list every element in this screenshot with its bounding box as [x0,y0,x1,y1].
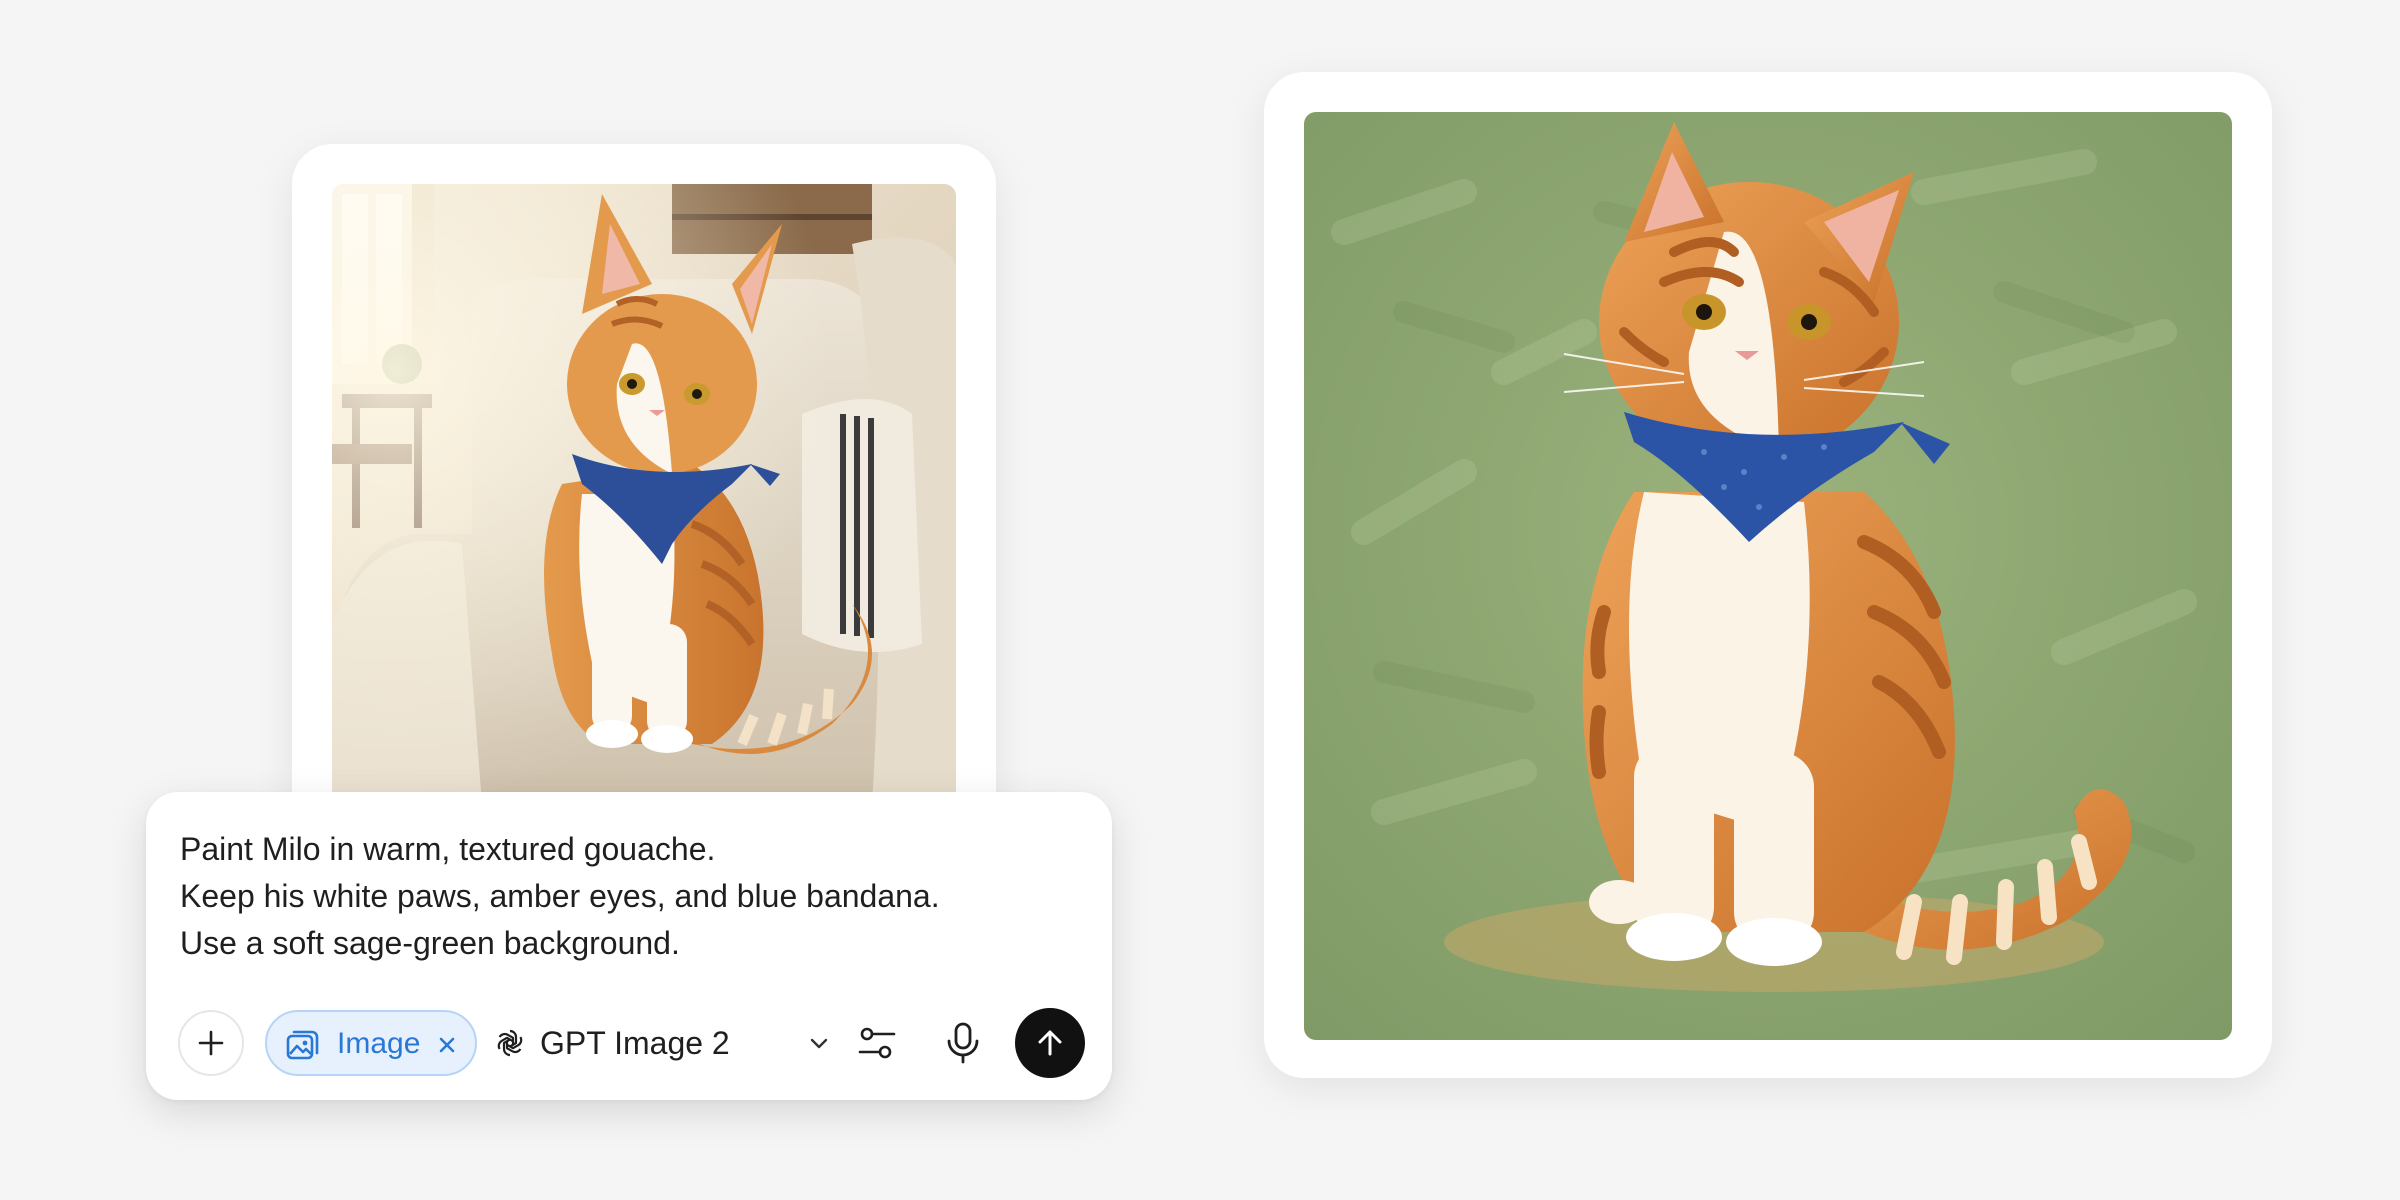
composer-toolbar: Image GPT Image 2 [178,1008,1085,1080]
model-selector[interactable]: GPT Image 2 [494,1010,834,1076]
add-attachment-button[interactable] [178,1010,244,1076]
image-mode-chip[interactable]: Image [265,1010,477,1076]
send-button[interactable] [1015,1008,1085,1078]
model-label: GPT Image 2 [540,1025,730,1061]
arrow-up-icon [1038,1030,1062,1056]
chevron-down-icon [810,1038,828,1049]
microphone-icon[interactable] [938,1018,988,1068]
prompt-input[interactable]: Paint Milo in warm, textured gouache. Ke… [180,826,1060,967]
result-image-card [1264,72,2272,1078]
result-image[interactable] [1304,112,2232,1040]
openai-logo-icon [497,1029,523,1057]
reference-photo [332,184,956,804]
close-icon[interactable] [433,1031,461,1059]
plus-icon [198,1030,224,1056]
prompt-line: Use a soft sage-green background. [180,925,680,961]
prompt-composer[interactable]: Paint Milo in warm, textured gouache. Ke… [146,792,1112,1100]
reference-photo-card [292,144,996,834]
prompt-line: Paint Milo in warm, textured gouache. [180,831,716,867]
image-chip-label: Image [337,1027,421,1060]
prompt-line: Keep his white paws, amber eyes, and blu… [180,878,940,914]
canvas: Paint Milo in warm, textured gouache. Ke… [0,0,2400,1200]
image-icon [286,1030,319,1060]
sliders-icon[interactable] [854,1020,900,1066]
